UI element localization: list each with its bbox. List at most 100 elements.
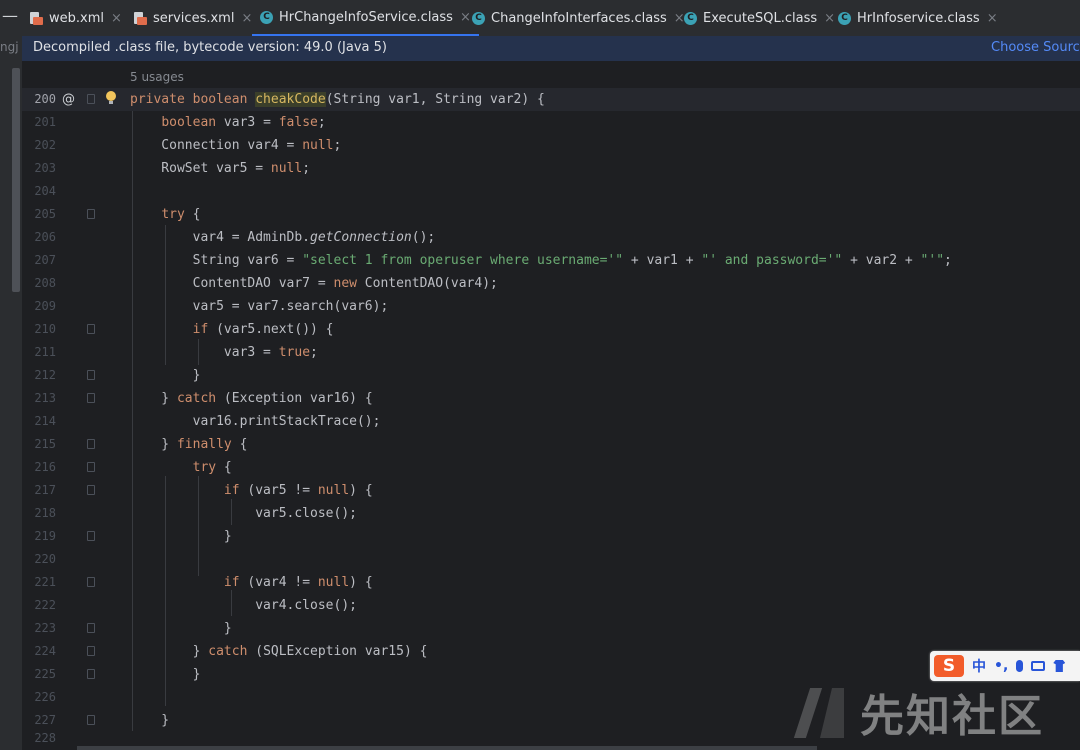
keyboard-icon[interactable] <box>1031 661 1046 671</box>
line-number: 218 <box>34 506 56 520</box>
project-scrollbar[interactable] <box>12 68 20 292</box>
xml-file-icon <box>30 11 43 25</box>
line-number: 224 <box>34 644 56 658</box>
line-number: 202 <box>34 138 56 152</box>
line-number: 212 <box>34 368 56 382</box>
punctuation-toggle[interactable]: •, <box>994 658 1008 674</box>
fold-icon[interactable] <box>87 94 95 104</box>
code-line[interactable]: 216 try { <box>22 456 1080 479</box>
line-number: 213 <box>34 391 56 405</box>
code-line[interactable]: 215 } finally { <box>22 433 1080 456</box>
usages-hint[interactable]: 5 usages <box>130 70 184 84</box>
project-panel-label[interactable]: ngj <box>0 40 19 54</box>
watermark-logo-icon <box>790 682 850 742</box>
line-number: 223 <box>34 621 56 635</box>
code-text: private boolean cheakCode(String var1, S… <box>130 92 545 107</box>
code-line[interactable]: 204 <box>22 180 1080 203</box>
code-text: var5.close(); <box>130 506 357 521</box>
code-line[interactable]: 211 var3 = true; <box>22 341 1080 364</box>
code-line[interactable]: 218 var5.close(); <box>22 502 1080 525</box>
code-editor[interactable]: 5 usages 200 @ private boolean cheakCode… <box>22 61 1080 750</box>
code-line[interactable]: 200 @ private boolean cheakCode(String v… <box>22 88 1080 111</box>
tab-label: HrInfoservice.class <box>857 10 980 26</box>
tab-web-xml[interactable]: web.xml × <box>22 0 130 36</box>
line-number: 210 <box>34 322 56 336</box>
code-line[interactable]: 208 ContentDAO var7 = new ContentDAO(var… <box>22 272 1080 295</box>
skin-icon[interactable] <box>1053 660 1066 672</box>
code-line[interactable]: 219 } <box>22 525 1080 548</box>
microphone-icon[interactable] <box>1016 660 1024 672</box>
fold-icon[interactable] <box>87 324 95 334</box>
code-line[interactable]: 222 var4.close(); <box>22 594 1080 617</box>
code-line[interactable]: 203 RowSet var5 = null; <box>22 157 1080 180</box>
code-text: var5 = var7.search(var6); <box>130 299 389 314</box>
code-line[interactable]: 209 var5 = var7.search(var6); <box>22 295 1080 318</box>
code-text: if (var5 != null) { <box>223 483 373 498</box>
code-text: String var6 = "select 1 from operuser wh… <box>130 253 952 268</box>
line-number: 208 <box>34 276 56 290</box>
tab-services-xml[interactable]: services.xml × <box>126 0 260 36</box>
code-line[interactable]: 201 boolean var3 = false; <box>22 111 1080 134</box>
code-text: } <box>130 368 201 383</box>
line-number: 217 <box>34 483 56 497</box>
tab-hrinfoservice-class[interactable]: C HrInfoservice.class × <box>830 0 1006 36</box>
code-text: ContentDAO var7 = new ContentDAO(var4); <box>130 276 498 291</box>
fold-icon[interactable] <box>87 209 95 219</box>
line-number: 205 <box>34 207 56 221</box>
choose-source-link[interactable]: Choose Source <box>991 40 1080 55</box>
ime-toolbar[interactable]: S 中 •, <box>930 651 1080 681</box>
code-line[interactable]: 220 <box>22 548 1080 571</box>
code-text: try { <box>192 460 232 475</box>
code-line[interactable]: 207 String var6 = "select 1 from operuse… <box>22 249 1080 272</box>
code-line[interactable]: 217 if (var5 != null) { <box>22 479 1080 502</box>
tab-label: ChangeInfoInterfaces.class <box>491 10 667 26</box>
fold-icon[interactable] <box>87 715 95 725</box>
close-icon[interactable]: × <box>241 11 252 26</box>
code-line[interactable]: 223 } <box>22 617 1080 640</box>
fold-icon[interactable] <box>87 370 95 380</box>
override-marker[interactable]: @ <box>62 88 75 111</box>
fold-icon[interactable] <box>87 577 95 587</box>
tab-executesql-class[interactable]: C ExecuteSQL.class × <box>676 0 843 36</box>
code-line[interactable]: 202 Connection var4 = null; <box>22 134 1080 157</box>
code-line[interactable]: 224 } catch (SQLException var15) { <box>22 640 1080 663</box>
sogou-logo-icon[interactable]: S <box>934 655 964 677</box>
fold-icon[interactable] <box>87 531 95 541</box>
fold-icon[interactable] <box>87 669 95 679</box>
code-line[interactable]: 213 } catch (Exception var16) { <box>22 387 1080 410</box>
code-line[interactable]: 212 } <box>22 364 1080 387</box>
fold-icon[interactable] <box>87 462 95 472</box>
line-number: 225 <box>34 667 56 681</box>
code-text: var4.close(); <box>130 598 357 613</box>
close-icon[interactable]: × <box>111 11 122 26</box>
close-icon[interactable]: × <box>987 11 998 26</box>
code-text: var16.printStackTrace(); <box>130 414 381 429</box>
fold-icon[interactable] <box>87 646 95 656</box>
line-number: 215 <box>34 437 56 451</box>
code-line[interactable]: 221 if (var4 != null) { <box>22 571 1080 594</box>
fold-icon[interactable] <box>87 485 95 495</box>
tab-changeinfointerfaces-class[interactable]: C ChangeInfoInterfaces.class × <box>464 0 693 36</box>
ime-mode-toggle[interactable]: 中 <box>972 656 986 676</box>
code-line[interactable]: 205 try { <box>22 203 1080 226</box>
code-line[interactable]: 210 if (var5.next()) { <box>22 318 1080 341</box>
decompiled-banner: Decompiled .class file, bytecode version… <box>22 36 1080 61</box>
minimize-icon[interactable]: — <box>2 8 18 24</box>
tab-label: HrChangeInfoService.class <box>279 9 453 25</box>
fold-icon[interactable] <box>87 439 95 449</box>
code-text: var3 = true; <box>130 345 318 360</box>
code-line[interactable]: 214 var16.printStackTrace(); <box>22 410 1080 433</box>
class-file-icon: C <box>260 10 273 24</box>
tab-hrchangeinfoservice-class[interactable]: C HrChangeInfoService.class × <box>252 0 479 36</box>
lightbulb-icon[interactable] <box>106 91 116 104</box>
code-text: RowSet var5 = null; <box>130 161 311 176</box>
line-number: 219 <box>34 529 56 543</box>
code-text: try { <box>161 207 201 222</box>
code-line[interactable]: 206 var4 = AdminDb.getConnection(); <box>22 226 1080 249</box>
fold-icon[interactable] <box>87 393 95 403</box>
horizontal-scrollbar[interactable] <box>77 746 817 750</box>
fold-icon[interactable] <box>87 623 95 633</box>
line-number: 226 <box>34 690 56 704</box>
line-number: 214 <box>34 414 56 428</box>
xml-file-icon <box>134 11 147 25</box>
